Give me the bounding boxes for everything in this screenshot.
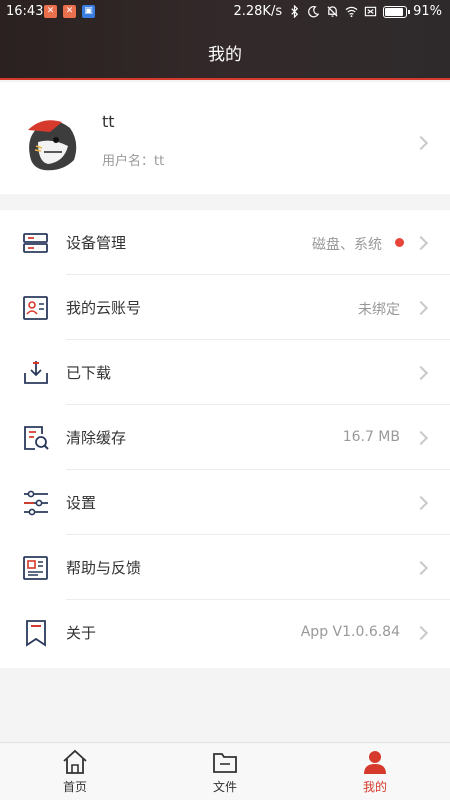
chevron-right-icon (413, 625, 429, 641)
menu-item-help-feedback[interactable]: 帮助与反馈 (0, 535, 450, 600)
menu-label: 设备管理 (66, 234, 127, 252)
menu-label: 已下载 (66, 364, 112, 382)
menu-value: 16.7 MB (342, 429, 400, 445)
about-bookmark-icon (26, 620, 46, 647)
menu-label: 我的云账号 (66, 299, 142, 317)
bluetooth-icon (291, 5, 299, 18)
menu-item-downloaded[interactable]: 已下载 (0, 340, 450, 405)
menu-item-cloud-account[interactable]: 我的云账号 未绑定 (0, 275, 450, 340)
clear-cache-icon (24, 426, 49, 450)
menu-item-about[interactable]: 关于 App V1.0.6.84 (0, 600, 450, 665)
notification-icons: ✕ ✕ ▣ (44, 5, 95, 18)
nav-label: 首页 (62, 780, 87, 794)
chevron-right-icon (413, 430, 429, 446)
app-notification-icon: ✕ (63, 5, 76, 18)
profile-username: 用户名：tt (102, 154, 165, 169)
page-title: 我的 (208, 45, 242, 65)
menu-value: 未绑定 (358, 302, 400, 318)
menu-value: App V1.0.6.84 (300, 624, 400, 640)
battery-icon (383, 5, 411, 18)
notification-dot (395, 238, 404, 247)
profile-name: tt (102, 112, 115, 131)
settings-menu: 设备管理 磁盘、系统 我的云账号 未绑定 已下载 清除缓存 16.7 MB 设置… (0, 210, 450, 668)
profile-card[interactable]: tt 用户名：tt (0, 82, 450, 194)
status-bar: 16:43 ✕ ✕ ▣ 2.28K/s 91% (0, 0, 450, 24)
nav-tab-files[interactable]: 文件 (180, 749, 270, 795)
chevron-right-icon (413, 365, 429, 381)
wifi-icon (345, 6, 358, 18)
status-time: 16:43 (6, 4, 44, 19)
help-feedback-icon (23, 556, 48, 580)
user-icon (364, 751, 386, 774)
menu-item-device-management[interactable]: 设备管理 磁盘、系统 (0, 210, 450, 275)
menu-value: 磁盘、系统 (312, 237, 382, 253)
menu-label: 关于 (66, 624, 97, 642)
device-management-icon (23, 233, 48, 253)
chevron-right-icon (413, 495, 429, 511)
menu-label: 清除缓存 (66, 429, 127, 447)
menu-item-clear-cache[interactable]: 清除缓存 16.7 MB (0, 405, 450, 470)
app-notification-icon: ▣ (82, 5, 95, 18)
chevron-right-icon (413, 560, 429, 576)
nav-label: 文件 (212, 780, 237, 794)
avatar (22, 112, 82, 174)
menu-label: 设置 (66, 494, 97, 512)
cloud-account-icon (23, 296, 48, 320)
mute-bell-icon (327, 6, 338, 17)
bottom-navigation: 首页 文件 我的 (0, 742, 450, 800)
status-right: 2.28K/s 91% (233, 4, 442, 19)
battery-level: 91% (413, 4, 442, 19)
no-sim-icon (364, 6, 377, 17)
menu-item-settings[interactable]: 设置 (0, 470, 450, 535)
app-notification-icon: ✕ (44, 5, 57, 18)
menu-label: 帮助与反馈 (66, 559, 142, 577)
nav-label: 我的 (362, 780, 387, 794)
settings-sliders-icon (24, 490, 48, 516)
network-speed: 2.28K/s (233, 4, 283, 19)
downloaded-icon (24, 361, 48, 384)
nav-tab-mine[interactable]: 我的 (330, 749, 420, 795)
top-header: 16:43 ✕ ✕ ▣ 2.28K/s 91% 我的 (0, 0, 450, 80)
folder-icon (213, 753, 237, 773)
chevron-right-icon (413, 235, 429, 251)
moon-icon (308, 5, 320, 18)
home-icon (63, 749, 87, 774)
chevron-right-icon (413, 300, 429, 316)
nav-tab-home[interactable]: 首页 (30, 749, 120, 795)
chevron-right-icon (413, 135, 429, 151)
